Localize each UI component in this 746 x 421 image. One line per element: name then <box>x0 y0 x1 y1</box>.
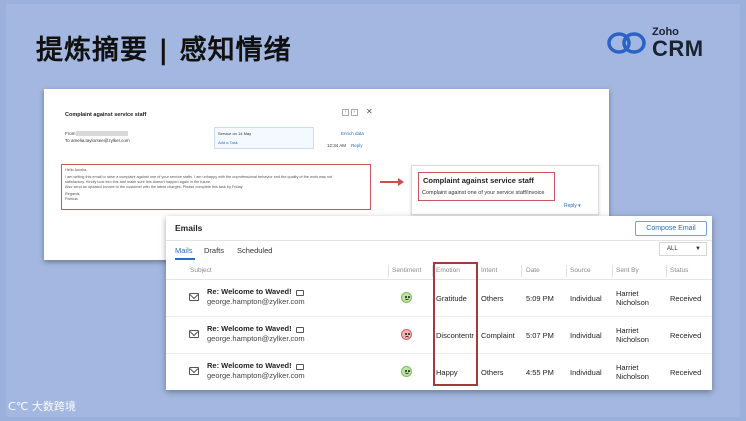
col-date[interactable]: Date <box>526 267 540 274</box>
next-icon[interactable]: › <box>351 109 358 116</box>
thread-icon[interactable] <box>296 364 304 370</box>
row-address: george.hampton@zylker.com <box>207 334 305 343</box>
arrow-right-icon <box>398 178 404 186</box>
email-from-redacted <box>76 131 128 136</box>
row-status: Received <box>670 294 702 303</box>
row-status: Received <box>670 331 702 340</box>
row-status: Received <box>670 368 702 377</box>
col-separator <box>612 265 613 277</box>
sent-by-last: Nicholson <box>616 298 649 307</box>
col-separator <box>388 265 389 277</box>
row-subject[interactable]: Re: Welcome to Waved! <box>207 324 292 333</box>
row-date: 5:07 PM <box>526 331 554 340</box>
watermark: ᑕ℃ 大数跨境 <box>8 398 76 414</box>
filter-dropdown[interactable]: ALL ▼ <box>659 242 707 256</box>
zoho-rings-icon <box>607 32 646 54</box>
service-line: Service on 14 May <box>218 131 252 136</box>
thread-icon[interactable] <box>296 290 304 296</box>
sent-by-first: Harriet <box>616 326 639 335</box>
col-separator <box>666 265 667 277</box>
positive-sentiment-icon <box>401 366 412 377</box>
watermark-logo: ᑕ℃ <box>8 400 29 413</box>
email-to: To amelia.taylorsee@zylker.com <box>65 138 130 143</box>
enrich-data-link[interactable]: Enrich data <box>341 131 364 136</box>
row-date: 4:55 PM <box>526 368 554 377</box>
slide-title: 提炼摘要 | 感知情绪 <box>36 35 292 66</box>
row-address: george.hampton@zylker.com <box>207 297 305 306</box>
row-intent: Others <box>481 294 504 303</box>
body-line: Also send an updated invoice to the cust… <box>65 185 244 189</box>
col-source[interactable]: Source <box>570 267 591 274</box>
email-from-label: From <box>65 131 76 136</box>
emotion-column-highlight <box>433 262 478 386</box>
tab-drafts[interactable]: Drafts <box>204 246 224 255</box>
prev-icon[interactable]: ‹ <box>342 109 349 116</box>
col-subject[interactable]: Subject <box>190 267 212 274</box>
summary-title: Complaint against service staff <box>423 176 534 185</box>
row-sent-by: Harriet Nicholson <box>616 363 649 381</box>
email-nav-controls[interactable]: ‹ › <box>342 109 360 116</box>
summary-reply-label[interactable]: Reply <box>564 203 577 209</box>
mail-received-icon <box>189 367 199 375</box>
body-line: Patricia <box>65 197 78 201</box>
row-subject[interactable]: Re: Welcome to Waved! <box>207 361 292 370</box>
brand-crm: CRM <box>652 36 704 61</box>
row-source: Individual <box>570 368 602 377</box>
tab-mails[interactable]: Mails <box>175 246 193 255</box>
arrow-line <box>380 181 400 183</box>
sent-by-first: Harriet <box>616 363 639 372</box>
summary-highlight: Complaint against service staff Complain… <box>418 172 555 201</box>
add-task-link[interactable]: Add a Task <box>218 140 238 145</box>
positive-sentiment-icon <box>401 292 412 303</box>
summary-card: Complaint against service staff Complain… <box>411 165 599 215</box>
row-address: george.hampton@zylker.com <box>207 371 305 380</box>
row-source: Individual <box>570 331 602 340</box>
sent-by-first: Harriet <box>616 289 639 298</box>
thread-icon[interactable] <box>296 327 304 333</box>
mail-received-icon <box>189 293 199 301</box>
email-body: Hello Amelia, I am writing this email to… <box>61 164 371 210</box>
close-icon[interactable]: ✕ <box>366 107 373 116</box>
row-intent: Complaint <box>481 331 515 340</box>
col-separator <box>521 265 522 277</box>
row-date: 5:09 PM <box>526 294 554 303</box>
service-box: Service on 14 May Add a Task <box>214 127 314 149</box>
row-intent: Others <box>481 368 504 377</box>
reply-link[interactable]: Reply <box>351 143 363 148</box>
filter-value[interactable]: ALL <box>667 246 678 252</box>
tab-scheduled[interactable]: Scheduled <box>237 246 272 255</box>
sent-by-last: Nicholson <box>616 372 649 381</box>
summary-body: Complaint against one of your service st… <box>422 190 545 196</box>
header-divider <box>166 240 712 241</box>
negative-sentiment-icon <box>401 329 412 340</box>
summary-reply-button[interactable]: Reply ▾ <box>564 203 581 209</box>
row-sent-by: Harriet Nicholson <box>616 289 649 307</box>
watermark-text: 大数跨境 <box>31 400 76 413</box>
sent-by-last: Nicholson <box>616 335 649 344</box>
email-time: 12:34 AM <box>327 143 347 148</box>
active-tab-indicator <box>175 258 195 260</box>
col-status[interactable]: Status <box>670 267 688 274</box>
col-sent-by[interactable]: Sent By <box>616 267 639 274</box>
row-source: Individual <box>570 294 602 303</box>
mail-received-icon <box>189 330 199 338</box>
compose-email-button[interactable]: Compose Email <box>635 221 707 236</box>
row-subject[interactable]: Re: Welcome to Waved! <box>207 287 292 296</box>
row-sent-by: Harriet Nicholson <box>616 326 649 344</box>
zoho-crm-logo: Zoho CRM <box>606 26 716 62</box>
body-line: Hello Amelia, <box>65 168 88 172</box>
col-intent[interactable]: Intent <box>481 267 497 274</box>
email-subject: Complaint against service staff <box>65 112 147 118</box>
col-separator <box>566 265 567 277</box>
emails-title: Emails <box>175 223 203 233</box>
chevron-down-icon[interactable]: ▼ <box>695 243 701 255</box>
col-sentiment[interactable]: Sentiment <box>392 267 421 274</box>
